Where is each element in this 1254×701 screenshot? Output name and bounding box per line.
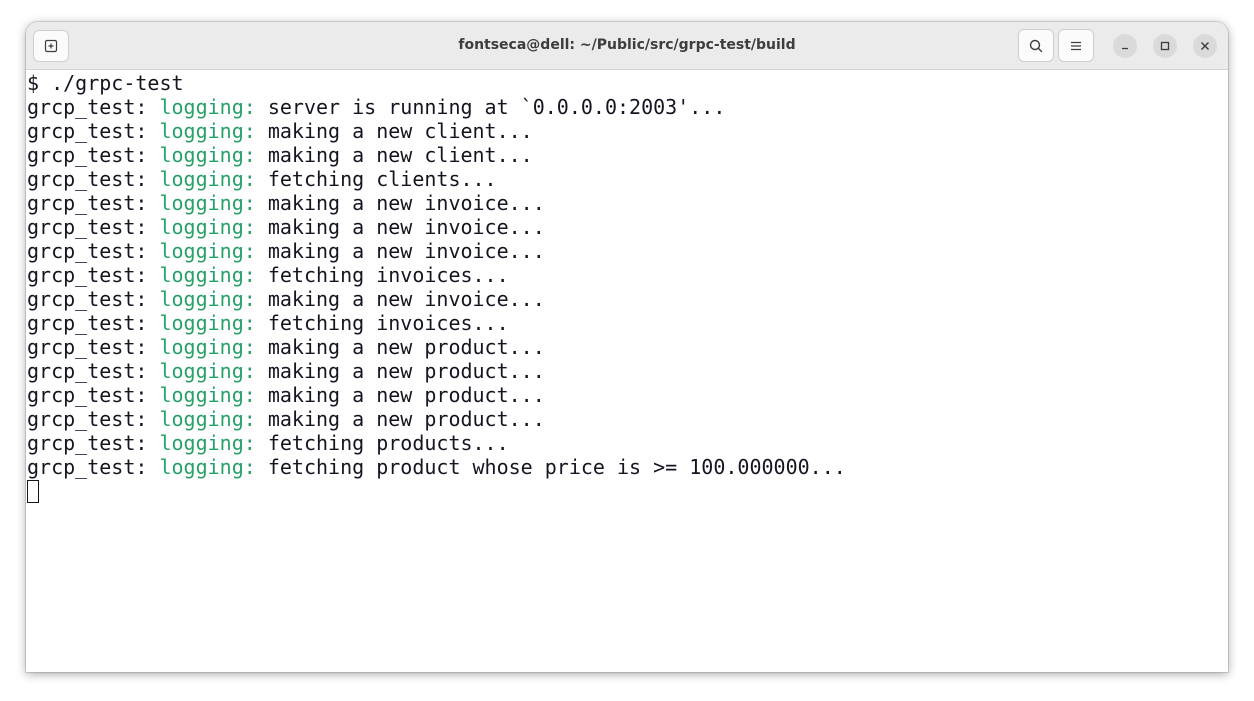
log-message: making a new product... bbox=[255, 335, 545, 359]
log-message: server is running at `0.0.0.0:2003'... bbox=[255, 95, 726, 119]
log-message: making a new product... bbox=[255, 407, 545, 431]
log-tag: logging: bbox=[159, 95, 256, 119]
log-line: grcp_test: logging: fetching clients... bbox=[26, 167, 1228, 191]
log-line: grcp_test: logging: fetching product who… bbox=[26, 455, 1228, 479]
log-message: fetching invoices... bbox=[255, 263, 509, 287]
log-line: grcp_test: logging: making a new client.… bbox=[26, 119, 1228, 143]
log-line: grcp_test: logging: making a new invoice… bbox=[26, 287, 1228, 311]
close-icon bbox=[1201, 42, 1209, 50]
log-line: grcp_test: logging: fetching invoices... bbox=[26, 311, 1228, 335]
log-tag: logging: bbox=[159, 239, 256, 263]
minimize-icon bbox=[1122, 47, 1128, 50]
log-prefix: grcp_test: bbox=[27, 167, 160, 191]
log-prefix: grcp_test: bbox=[27, 143, 160, 167]
log-line: grcp_test: logging: making a new product… bbox=[26, 383, 1228, 407]
log-line: grcp_test: logging: fetching products... bbox=[26, 431, 1228, 455]
log-tag: logging: bbox=[159, 335, 256, 359]
log-prefix: grcp_test: bbox=[27, 263, 160, 287]
search-icon bbox=[1029, 39, 1043, 52]
log-prefix: grcp_test: bbox=[27, 119, 160, 143]
log-tag: logging: bbox=[159, 359, 256, 383]
log-message: fetching clients... bbox=[255, 167, 497, 191]
log-tag: logging: bbox=[159, 167, 256, 191]
log-prefix: grcp_test: bbox=[27, 383, 160, 407]
log-prefix: grcp_test: bbox=[27, 335, 160, 359]
log-prefix: grcp_test: bbox=[27, 191, 160, 215]
maximize-button[interactable] bbox=[1153, 34, 1177, 58]
log-tag: logging: bbox=[159, 287, 256, 311]
log-tag: logging: bbox=[159, 455, 256, 479]
titlebar[interactable]: fontseca@dell: ~/Public/src/grpc-test/bu… bbox=[26, 22, 1228, 70]
log-tag: logging: bbox=[159, 191, 256, 215]
log-tag: logging: bbox=[159, 119, 256, 143]
log-line: grcp_test: logging: making a new invoice… bbox=[26, 215, 1228, 239]
log-tag: logging: bbox=[159, 383, 256, 407]
log-prefix: grcp_test: bbox=[27, 239, 160, 263]
log-tag: logging: bbox=[159, 263, 256, 287]
log-tag: logging: bbox=[159, 143, 256, 167]
log-prefix: grcp_test: bbox=[27, 215, 160, 239]
terminal-output[interactable]: $ ./grpc-test grcp_test: logging: server… bbox=[26, 70, 1228, 672]
menu-button[interactable] bbox=[1058, 29, 1094, 62]
log-line: grcp_test: logging: server is running at… bbox=[26, 95, 1228, 119]
search-button[interactable] bbox=[1018, 29, 1054, 62]
log-line: grcp_test: logging: fetching invoices... bbox=[26, 263, 1228, 287]
log-line: grcp_test: logging: making a new product… bbox=[26, 335, 1228, 359]
log-message: fetching product whose price is >= 100.0… bbox=[255, 455, 846, 479]
log-message: making a new product... bbox=[255, 383, 545, 407]
log-message: making a new invoice... bbox=[255, 239, 545, 263]
log-message: making a new invoice... bbox=[255, 215, 545, 239]
log-prefix: grcp_test: bbox=[27, 287, 160, 311]
terminal-cursor bbox=[27, 480, 39, 503]
log-line: grcp_test: logging: making a new invoice… bbox=[26, 239, 1228, 263]
log-lines: grcp_test: logging: server is running at… bbox=[26, 95, 1228, 479]
close-button[interactable] bbox=[1193, 34, 1217, 58]
command-line: $ ./grpc-test bbox=[27, 71, 184, 95]
log-message: making a new client... bbox=[255, 119, 533, 143]
log-tag: logging: bbox=[159, 431, 256, 455]
log-message: making a new client... bbox=[255, 143, 533, 167]
log-line: grcp_test: logging: making a new product… bbox=[26, 359, 1228, 383]
log-prefix: grcp_test: bbox=[27, 311, 160, 335]
terminal-window: fontseca@dell: ~/Public/src/grpc-test/bu… bbox=[26, 22, 1228, 672]
log-line: grcp_test: logging: making a new invoice… bbox=[26, 191, 1228, 215]
log-prefix: grcp_test: bbox=[27, 407, 160, 431]
log-message: making a new invoice... bbox=[255, 191, 545, 215]
log-prefix: grcp_test: bbox=[27, 455, 160, 479]
log-prefix: grcp_test: bbox=[27, 95, 160, 119]
log-message: fetching products... bbox=[255, 431, 509, 455]
maximize-icon bbox=[1160, 41, 1170, 51]
log-prefix: grcp_test: bbox=[27, 359, 160, 383]
log-message: fetching invoices... bbox=[255, 311, 509, 335]
log-tag: logging: bbox=[159, 311, 256, 335]
log-message: making a new product... bbox=[255, 359, 545, 383]
hamburger-menu-icon bbox=[1071, 41, 1081, 50]
log-tag: logging: bbox=[159, 215, 256, 239]
log-line: grcp_test: logging: making a new product… bbox=[26, 407, 1228, 431]
log-prefix: grcp_test: bbox=[27, 431, 160, 455]
log-line: grcp_test: logging: making a new client.… bbox=[26, 143, 1228, 167]
log-message: making a new invoice... bbox=[255, 287, 545, 311]
minimize-button[interactable] bbox=[1113, 34, 1137, 58]
log-tag: logging: bbox=[159, 407, 256, 431]
